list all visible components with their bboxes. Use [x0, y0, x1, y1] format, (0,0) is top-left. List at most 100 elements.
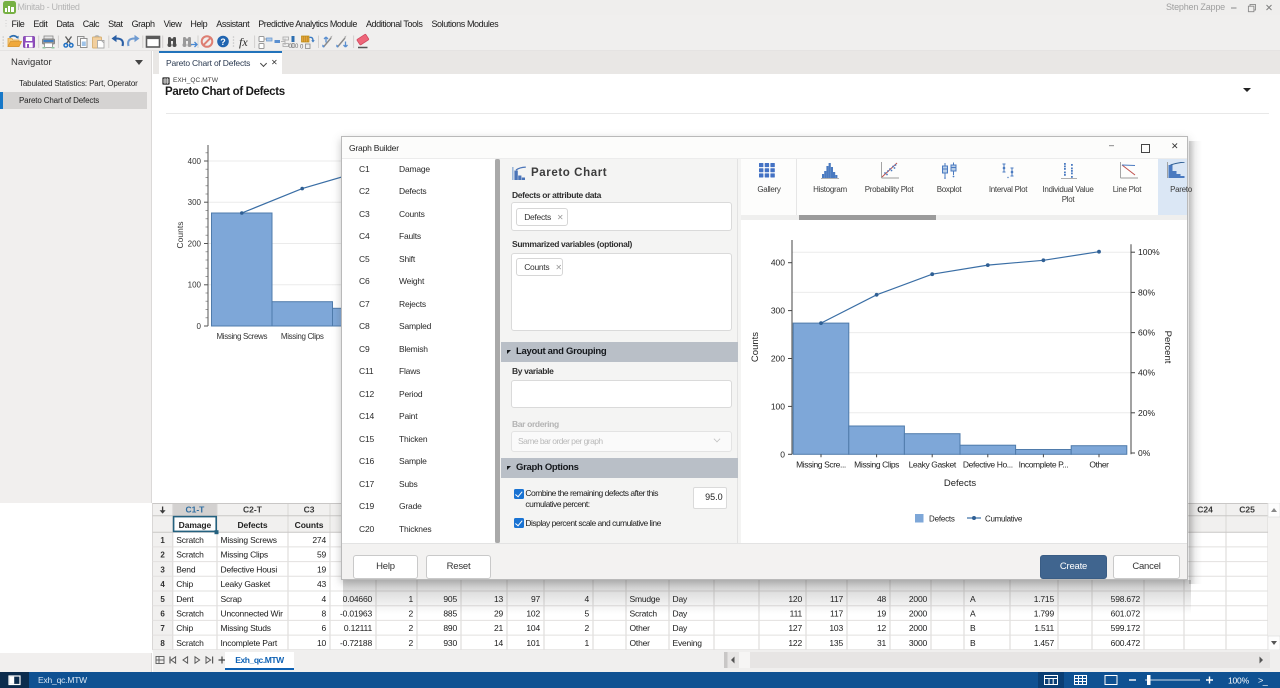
- svg-text:14: 14: [494, 638, 504, 648]
- svg-text:1: 1: [160, 536, 165, 545]
- svg-text:Defects: Defects: [944, 478, 976, 489]
- svg-text:1.457: 1.457: [1034, 638, 1055, 648]
- svg-text:8: 8: [321, 609, 326, 619]
- svg-text:100: 100: [188, 281, 202, 290]
- svg-text:Counts: Counts: [295, 520, 324, 530]
- svg-text:Missing Clips: Missing Clips: [221, 550, 268, 560]
- svg-text:C1-T: C1-T: [185, 505, 205, 515]
- svg-text:4: 4: [160, 580, 165, 589]
- svg-text:Other: Other: [630, 623, 651, 633]
- svg-text:Missing Screws: Missing Screws: [216, 332, 267, 341]
- svg-text:-0.72188: -0.72188: [340, 638, 372, 648]
- svg-text:Leaky Gasket: Leaky Gasket: [909, 459, 957, 469]
- svg-text:20%: 20%: [1138, 408, 1155, 418]
- svg-text:Incomplete P...: Incomplete P...: [1019, 459, 1069, 469]
- svg-text:Dent: Dent: [176, 594, 194, 604]
- svg-text:3: 3: [160, 565, 165, 574]
- svg-text:2: 2: [408, 638, 413, 648]
- svg-text:40%: 40%: [1138, 368, 1155, 378]
- svg-text:10: 10: [317, 638, 327, 648]
- svg-text:Missing Screws: Missing Screws: [221, 535, 277, 545]
- svg-text:60%: 60%: [1138, 328, 1155, 338]
- svg-text:Percent: Percent: [1162, 331, 1173, 364]
- svg-text:Incomplete Part: Incomplete Part: [221, 638, 278, 648]
- svg-text:104: 104: [526, 623, 540, 633]
- svg-text:400: 400: [188, 157, 202, 166]
- svg-text:Missing Clips: Missing Clips: [281, 332, 324, 341]
- svg-text:0: 0: [197, 322, 202, 331]
- svg-text:Other: Other: [630, 638, 651, 648]
- svg-text:0: 0: [295, 44, 299, 50]
- svg-text:Defects: Defects: [237, 520, 267, 530]
- svg-text:21: 21: [494, 623, 504, 633]
- svg-text:Chip: Chip: [176, 623, 193, 633]
- svg-text:Defects: Defects: [929, 515, 955, 524]
- svg-text:C3: C3: [304, 505, 315, 515]
- svg-text:6: 6: [160, 610, 165, 619]
- svg-text:599.172: 599.172: [1111, 623, 1141, 633]
- svg-text:7: 7: [160, 624, 165, 633]
- svg-text:Counts: Counts: [750, 332, 761, 362]
- svg-text:Other: Other: [1089, 459, 1109, 469]
- svg-text:930: 930: [443, 638, 457, 648]
- svg-text:80%: 80%: [1138, 287, 1155, 297]
- svg-text:400: 400: [771, 258, 785, 268]
- svg-text:C25: C25: [1239, 505, 1255, 515]
- svg-text:?: ?: [220, 37, 226, 47]
- svg-text:135: 135: [829, 638, 843, 648]
- svg-text:>_: >_: [1258, 676, 1269, 686]
- svg-text:Defective Housi: Defective Housi: [221, 564, 278, 574]
- svg-text:59: 59: [317, 550, 327, 560]
- svg-text:C2-T: C2-T: [243, 505, 263, 515]
- svg-text:274: 274: [312, 535, 326, 545]
- svg-text:100: 100: [771, 401, 785, 411]
- svg-text:B: B: [970, 623, 976, 633]
- svg-text:5: 5: [160, 595, 165, 604]
- svg-text:1.511: 1.511: [1034, 623, 1054, 633]
- svg-text:101: 101: [526, 638, 540, 648]
- svg-text:Chip: Chip: [176, 579, 193, 589]
- svg-text:Scrap: Scrap: [221, 594, 243, 604]
- svg-text:Missing Scre...: Missing Scre...: [796, 459, 846, 469]
- svg-text:Missing Clips: Missing Clips: [854, 459, 899, 469]
- svg-text:Damage: Damage: [179, 520, 212, 530]
- svg-text:Counts: Counts: [175, 222, 185, 249]
- svg-text:0.12111: 0.12111: [344, 623, 373, 633]
- svg-text:43: 43: [317, 579, 327, 589]
- svg-text:300: 300: [188, 198, 202, 207]
- svg-text:B: B: [970, 638, 976, 648]
- svg-text:127: 127: [788, 623, 802, 633]
- svg-text:Cumulative: Cumulative: [985, 515, 1023, 524]
- svg-text:Day: Day: [673, 623, 688, 633]
- svg-text:Scratch: Scratch: [176, 550, 204, 560]
- svg-text:0: 0: [780, 449, 785, 459]
- svg-text:fx: fx: [239, 35, 248, 49]
- svg-text:2: 2: [408, 623, 413, 633]
- svg-text:1: 1: [584, 638, 589, 648]
- svg-text:103: 103: [829, 623, 843, 633]
- svg-text:890: 890: [443, 623, 457, 633]
- svg-text:Scratch: Scratch: [176, 609, 204, 619]
- svg-text:Defective Ho...: Defective Ho...: [963, 459, 1013, 469]
- svg-text:4: 4: [321, 594, 326, 604]
- svg-text:100%: 100%: [1228, 676, 1250, 686]
- svg-text:Leaky Gasket: Leaky Gasket: [221, 579, 271, 589]
- svg-text:12: 12: [877, 623, 887, 633]
- svg-text:122: 122: [788, 638, 802, 648]
- svg-text:8: 8: [160, 639, 165, 648]
- svg-text:200: 200: [771, 354, 785, 364]
- svg-text:Missing Studs: Missing Studs: [221, 623, 271, 633]
- svg-text:Unconnected Wir: Unconnected Wir: [221, 609, 284, 619]
- svg-text:Scratch: Scratch: [176, 535, 204, 545]
- svg-text:6: 6: [321, 623, 326, 633]
- svg-text:2: 2: [160, 551, 165, 560]
- svg-text:2000: 2000: [909, 623, 928, 633]
- svg-text:2: 2: [584, 623, 589, 633]
- svg-text:19: 19: [317, 564, 327, 574]
- svg-text:100%: 100%: [1138, 247, 1160, 257]
- svg-text:Bend: Bend: [176, 564, 196, 574]
- svg-text:300: 300: [771, 306, 785, 316]
- svg-text:0%: 0%: [1138, 448, 1151, 458]
- svg-text:Scratch: Scratch: [176, 638, 204, 648]
- svg-text:600.472: 600.472: [1111, 638, 1141, 648]
